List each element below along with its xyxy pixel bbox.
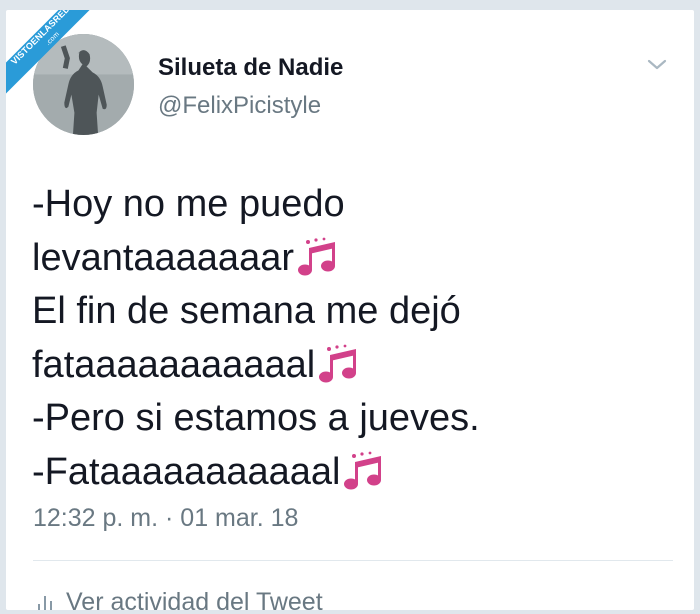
- tweet-line-text: -Hoy no me puedo: [32, 183, 345, 225]
- tweet-line-text: -Pero si estamos a jueves.: [32, 397, 480, 439]
- view-activity-label: Ver actividad del Tweet: [66, 588, 323, 610]
- music-notes-icon: [298, 237, 335, 275]
- view-activity-link[interactable]: Ver actividad del Tweet: [36, 588, 323, 610]
- tweet-line: fataaaaaaaaaaal: [32, 339, 672, 393]
- tweet-timestamp[interactable]: 12:32 p. m. · 01 mar. 18: [33, 504, 298, 533]
- tweet-line: El fin de semana me dejó: [32, 285, 672, 339]
- tweet-line: -Fataaaaaaaaaaal: [32, 446, 672, 500]
- chevron-down-icon[interactable]: [644, 54, 670, 74]
- tweet-line-text: -Fataaaaaaaaaaal: [32, 450, 341, 493]
- tweet-line: -Hoy no me puedo: [32, 178, 672, 232]
- bar-chart-icon: [38, 595, 52, 610]
- display-name[interactable]: Silueta de Nadie: [158, 54, 343, 82]
- tweet-line: levantaaaaaaar: [32, 232, 672, 286]
- user-handle[interactable]: @FelixPicistyle: [158, 92, 321, 120]
- tweet-line-text: levantaaaaaaar: [32, 236, 294, 279]
- tweet-line: -Pero si estamos a jueves.: [32, 392, 672, 446]
- divider: [33, 560, 673, 561]
- music-notes-icon: [319, 344, 357, 382]
- tweet-text: -Hoy no me puedo levantaaaaaaar El fin d…: [32, 178, 672, 499]
- music-notes-icon: [344, 451, 382, 489]
- tweet-line-text: El fin de semana me dejó: [32, 290, 461, 332]
- tweet-line-text: fataaaaaaaaaaal: [32, 343, 316, 386]
- tweet-card: VISTOENLASREDES .com Silueta de Nadie @F…: [6, 10, 694, 610]
